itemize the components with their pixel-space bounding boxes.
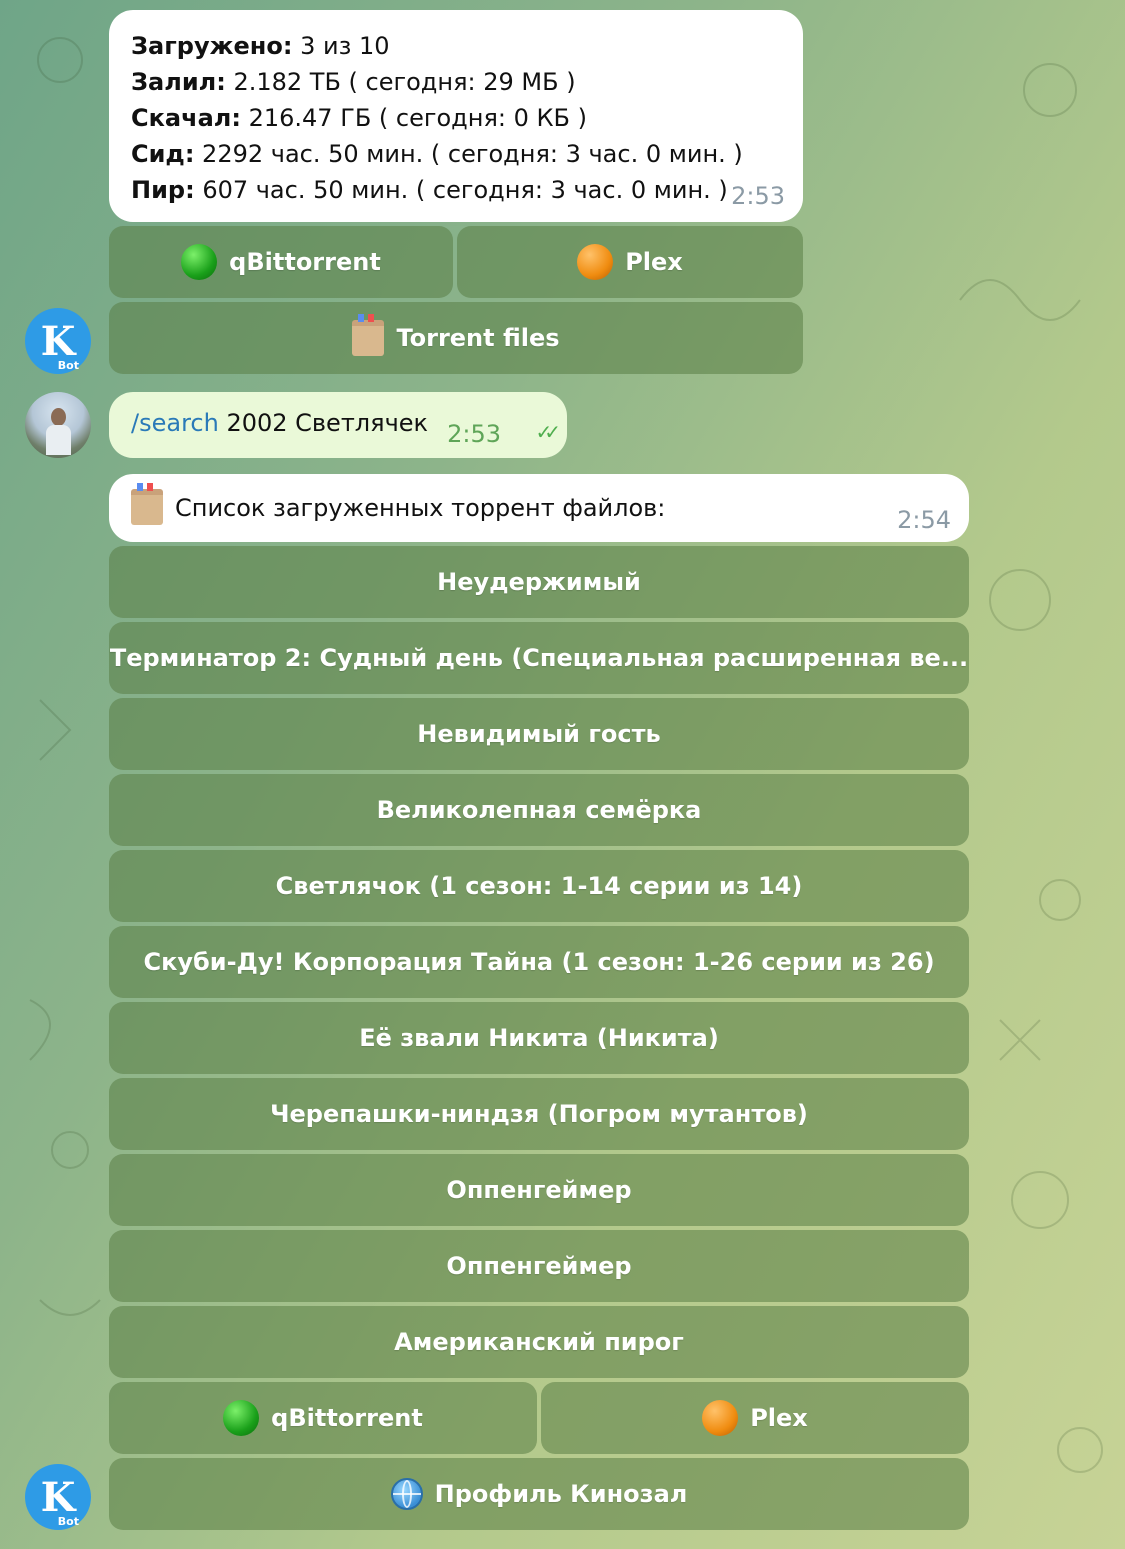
green-circle-icon (223, 1400, 260, 1436)
outgoing-message: /search 2002 Светлячек 2:53 ✓✓ (109, 392, 567, 458)
avatar-letter: K (40, 1473, 76, 1521)
stat-peer: Пир: 607 час. 50 мин. ( сегодня: 3 час. … (131, 176, 728, 204)
button-label: Plex (625, 248, 683, 276)
button-label: Torrent files (396, 324, 560, 352)
button-label: Оппенгеймер (446, 1176, 632, 1204)
message-time: 2:54 (897, 506, 951, 534)
stats-message: Загружено: 3 из 10 Залил: 2.182 ТБ ( сег… (109, 10, 803, 222)
button-label: Невидимый гость (417, 720, 661, 748)
torrent-button[interactable]: Черепашки-ниндзя (Погром мутантов) (109, 1078, 969, 1150)
avatar-sub: Bot (57, 1515, 79, 1528)
file-box-icon (352, 314, 385, 356)
button-label: Терминатор 2: Судный день (Специальная р… (109, 644, 969, 672)
plex-button[interactable]: Plex (541, 1382, 969, 1454)
plex-button[interactable]: Plex (457, 226, 803, 298)
stat-seed: Сид: 2292 час. 50 мин. ( сегодня: 3 час.… (131, 140, 743, 168)
button-label: Профиль Кинозал (434, 1480, 688, 1508)
button-label: Plex (750, 1404, 808, 1432)
torrent-button[interactable]: Терминатор 2: Судный день (Специальная р… (109, 622, 969, 694)
bot-avatar[interactable]: K Bot (25, 1464, 91, 1530)
message-text: Список загруженных торрент файлов: (175, 494, 666, 522)
stat-uploaded: Залил: 2.182 ТБ ( сегодня: 29 МБ ) (131, 68, 576, 96)
torrent-button[interactable]: Американский пирог (109, 1306, 969, 1378)
torrent-button[interactable]: Невидимый гость (109, 698, 969, 770)
torrent-button[interactable]: Оппенгеймер (109, 1154, 969, 1226)
bot-avatar[interactable]: K Bot (25, 308, 91, 374)
message-text: 2002 Светлячек (218, 409, 429, 437)
button-label: Неудержимый (437, 568, 641, 596)
button-label: Оппенгеймер (446, 1252, 632, 1280)
green-circle-icon (181, 244, 218, 280)
stat-downloaded: Загружено: 3 из 10 (131, 32, 390, 60)
orange-circle-icon (702, 1400, 739, 1436)
button-label: Черепашки-ниндзя (Погром мутантов) (270, 1100, 808, 1128)
button-label: qBittorrent (229, 248, 381, 276)
button-label: Светлячок (1 сезон: 1-14 серии из 14) (275, 872, 803, 900)
torrent-list-message: Список загруженных торрент файлов: 2:54 (109, 474, 969, 542)
button-label: Американский пирог (394, 1328, 684, 1356)
command-link[interactable]: /search (131, 409, 219, 437)
button-label: Её звали Никита (Никита) (359, 1024, 719, 1052)
torrent-button[interactable]: Неудержимый (109, 546, 969, 618)
file-box-icon (131, 483, 163, 525)
message-time: 2:53 (731, 182, 785, 210)
globe-icon (390, 1478, 423, 1510)
avatar-sub: Bot (57, 359, 79, 372)
torrent-button[interactable]: Скуби-Ду! Корпорация Тайна (1 сезон: 1-2… (109, 926, 969, 998)
button-label: Великолепная семёрка (376, 796, 702, 824)
torrent-button[interactable]: Великолепная семёрка (109, 774, 969, 846)
profile-kinozal-button[interactable]: Профиль Кинозал (109, 1458, 969, 1530)
button-label: qBittorrent (271, 1404, 423, 1432)
torrent-files-button[interactable]: Torrent files (109, 302, 803, 374)
user-avatar[interactable] (25, 392, 91, 458)
qbittorrent-button[interactable]: qBittorrent (109, 226, 453, 298)
torrent-button[interactable]: Светлячок (1 сезон: 1-14 серии из 14) (109, 850, 969, 922)
orange-circle-icon (577, 244, 614, 280)
torrent-button[interactable]: Её звали Никита (Никита) (109, 1002, 969, 1074)
double-check-icon: ✓✓ (535, 420, 560, 444)
avatar-photo-body (46, 425, 71, 455)
stat-downloaded-size: Скачал: 216.47 ГБ ( сегодня: 0 КБ ) (131, 104, 587, 132)
torrent-button[interactable]: Оппенгеймер (109, 1230, 969, 1302)
avatar-photo-head (51, 408, 66, 426)
avatar-letter: K (40, 317, 76, 365)
qbittorrent-button[interactable]: qBittorrent (109, 1382, 537, 1454)
button-label: Скуби-Ду! Корпорация Тайна (1 сезон: 1-2… (143, 948, 935, 976)
message-time: 2:53 (447, 420, 501, 448)
